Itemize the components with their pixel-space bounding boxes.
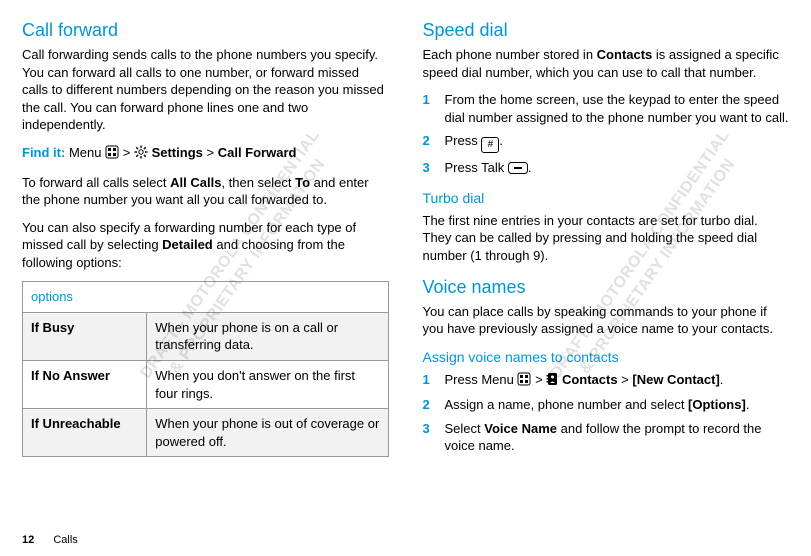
table-row: If Unreachable When your phone is out of… xyxy=(23,409,389,457)
list-item: 1 From the home screen, use the keypad t… xyxy=(423,91,790,126)
hash-key-icon: # xyxy=(481,137,499,153)
contacts-icon xyxy=(546,372,558,391)
call-forward-heading: Call forward xyxy=(22,18,389,42)
voice-names-heading: Voice names xyxy=(423,275,790,299)
opt-label: If Busy xyxy=(23,312,147,360)
page-footer: 12 Calls xyxy=(22,533,78,548)
menu-icon xyxy=(517,372,531,391)
talk-key-icon xyxy=(508,161,528,179)
list-item: 1 Press Menu > Contacts > [New Contact]. xyxy=(423,371,790,391)
menu-icon xyxy=(105,145,119,164)
list-item: 2 Assign a name, phone number and select… xyxy=(423,396,790,414)
findit-settings: Settings xyxy=(152,145,203,160)
find-it-label: Find it: xyxy=(22,145,65,160)
assign-voice-heading: Assign voice names to contacts xyxy=(423,348,790,367)
findit-menu: Menu xyxy=(69,145,102,160)
right-column: Speed dial Each phone number stored in C… xyxy=(423,18,790,465)
section-name: Calls xyxy=(53,534,77,546)
opt-desc: When you don't answer on the first four … xyxy=(147,360,388,408)
speed-dial-steps: 1 From the home screen, use the keypad t… xyxy=(423,91,790,179)
gear-icon xyxy=(134,145,148,164)
findit-callforward: Call Forward xyxy=(218,145,297,160)
all-calls-para: To forward all calls select All Calls, t… xyxy=(22,174,389,209)
list-item: 2 Press #. xyxy=(423,132,790,153)
find-it-line: Find it: Menu > Settings > Call Forward xyxy=(22,144,389,164)
speed-dial-intro: Each phone number stored in Contacts is … xyxy=(423,46,790,81)
opt-desc: When your phone is out of coverage or po… xyxy=(147,409,388,457)
turbo-dial-text: The first nine entries in your contacts … xyxy=(423,212,790,265)
opt-label: If No Answer xyxy=(23,360,147,408)
table-row: If Busy When your phone is on a call or … xyxy=(23,312,389,360)
call-forward-intro: Call forwarding sends calls to the phone… xyxy=(22,46,389,134)
opt-label: If Unreachable xyxy=(23,409,147,457)
turbo-dial-heading: Turbo dial xyxy=(423,189,790,208)
left-column: Call forward Call forwarding sends calls… xyxy=(22,18,389,465)
opt-desc: When your phone is on a call or transfer… xyxy=(147,312,388,360)
table-row: If No Answer When you don't answer on th… xyxy=(23,360,389,408)
options-header: options xyxy=(23,282,389,313)
detailed-para: You can also specify a forwarding number… xyxy=(22,219,389,272)
voice-names-intro: You can place calls by speaking commands… xyxy=(423,303,790,338)
list-item: 3 Select Voice Name and follow the promp… xyxy=(423,420,790,455)
voice-names-steps: 1 Press Menu > Contacts > [New Contact].… xyxy=(423,371,790,455)
gt1: > xyxy=(123,145,131,160)
gt2: > xyxy=(207,145,215,160)
speed-dial-heading: Speed dial xyxy=(423,18,790,42)
page-number: 12 xyxy=(22,534,34,546)
list-item: 3 Press Talk . xyxy=(423,159,790,179)
options-table: options If Busy When your phone is on a … xyxy=(22,281,389,457)
